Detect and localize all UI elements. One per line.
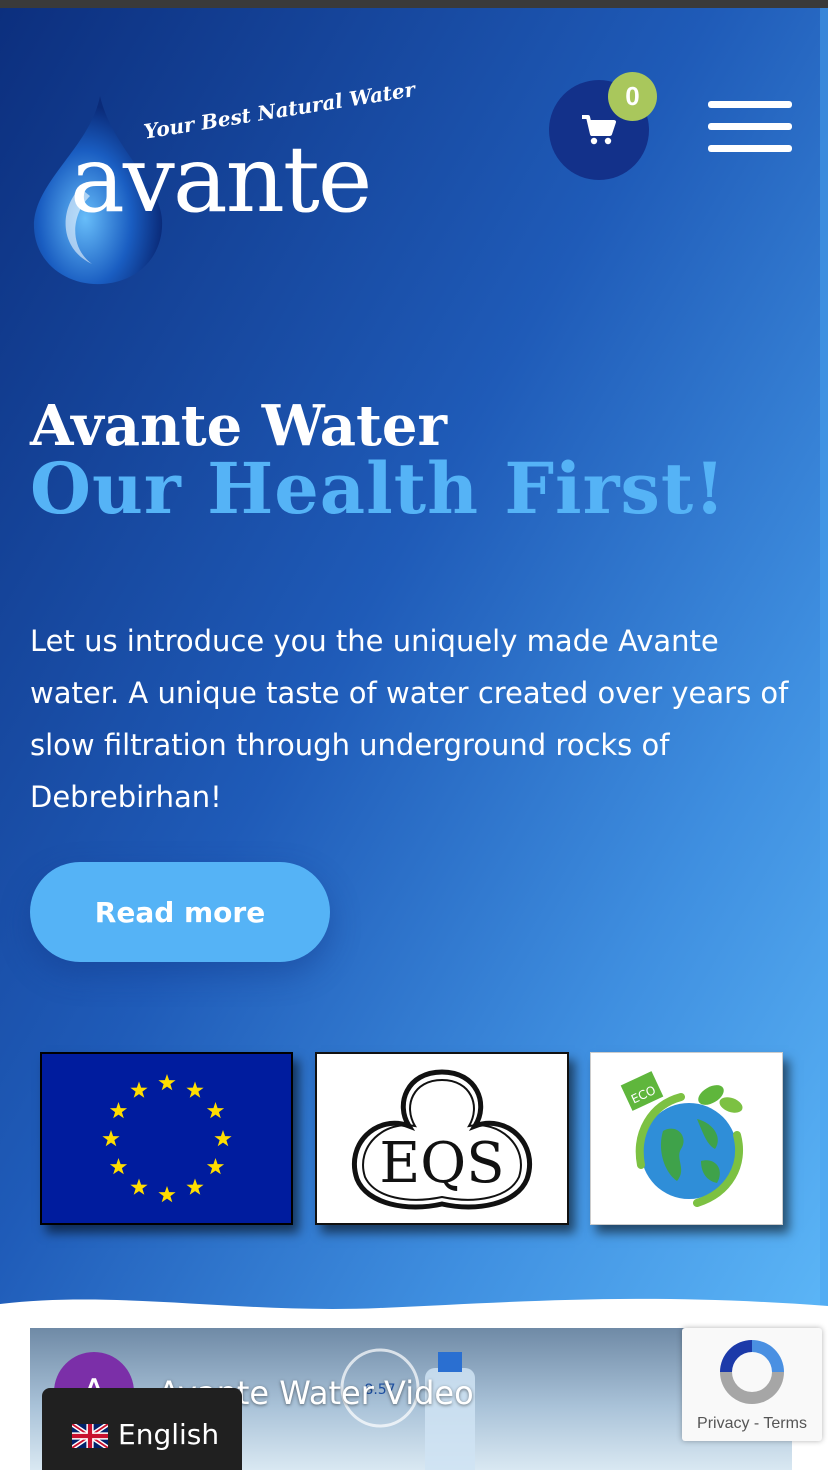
eu-star xyxy=(130,1178,148,1195)
site-logo[interactable]: Your Best Natural Water avante xyxy=(30,77,417,288)
language-label: English xyxy=(118,1418,220,1451)
eu-star xyxy=(102,1130,120,1147)
ethiopian-standard-mark-image: EQS xyxy=(315,1052,569,1225)
uk-flag-icon xyxy=(72,1424,108,1448)
standard-mark-icon: EQS xyxy=(352,1069,532,1210)
read-more-button[interactable]: Read more xyxy=(30,862,330,962)
menu-bar xyxy=(708,101,792,108)
eco-globe-icon: ECO xyxy=(620,1071,743,1207)
link-separator: - xyxy=(749,1415,764,1432)
menu-bar xyxy=(708,123,792,130)
eu-star xyxy=(158,1186,176,1203)
eco-friendly-globe-image: ECO xyxy=(590,1052,783,1225)
menu-bar xyxy=(708,145,792,152)
terms-link[interactable]: Terms xyxy=(763,1415,807,1432)
hero-intro-text: Let us introduce you the uniquely made A… xyxy=(30,624,789,814)
privacy-link[interactable]: Privacy xyxy=(697,1415,749,1432)
hamburger-menu-icon[interactable] xyxy=(708,101,792,157)
eu-stars-icon xyxy=(102,1074,232,1203)
logo-wordmark: avante xyxy=(70,126,372,233)
eu-star xyxy=(130,1081,148,1098)
hero-subtitle: Our Health First! xyxy=(30,447,726,530)
eu-star xyxy=(206,1102,225,1119)
recaptcha-links: Privacy - Terms xyxy=(682,1415,822,1433)
recaptcha-icon xyxy=(720,1340,784,1404)
eu-flag-image xyxy=(40,1052,293,1225)
language-switcher[interactable]: English xyxy=(42,1388,242,1470)
eu-star xyxy=(206,1158,225,1175)
eu-star xyxy=(158,1074,176,1091)
eu-star xyxy=(109,1102,128,1119)
hero-section: Your Best Natural Water avante 0 Avante … xyxy=(0,8,828,1318)
recaptcha-badge[interactable]: Privacy - Terms xyxy=(682,1328,822,1441)
browser-top-strip xyxy=(0,0,828,8)
cart-count-badge: 0 xyxy=(608,72,657,121)
eu-star xyxy=(109,1158,128,1175)
shopping-cart-icon xyxy=(582,115,616,145)
wave-divider xyxy=(0,1298,828,1330)
svg-text:EQS: EQS xyxy=(379,1131,504,1196)
hero-edge xyxy=(820,8,828,1318)
eu-star xyxy=(214,1130,232,1147)
hero-title: Avante Water xyxy=(30,393,448,459)
eu-star xyxy=(186,1178,204,1195)
eu-star xyxy=(186,1081,204,1098)
